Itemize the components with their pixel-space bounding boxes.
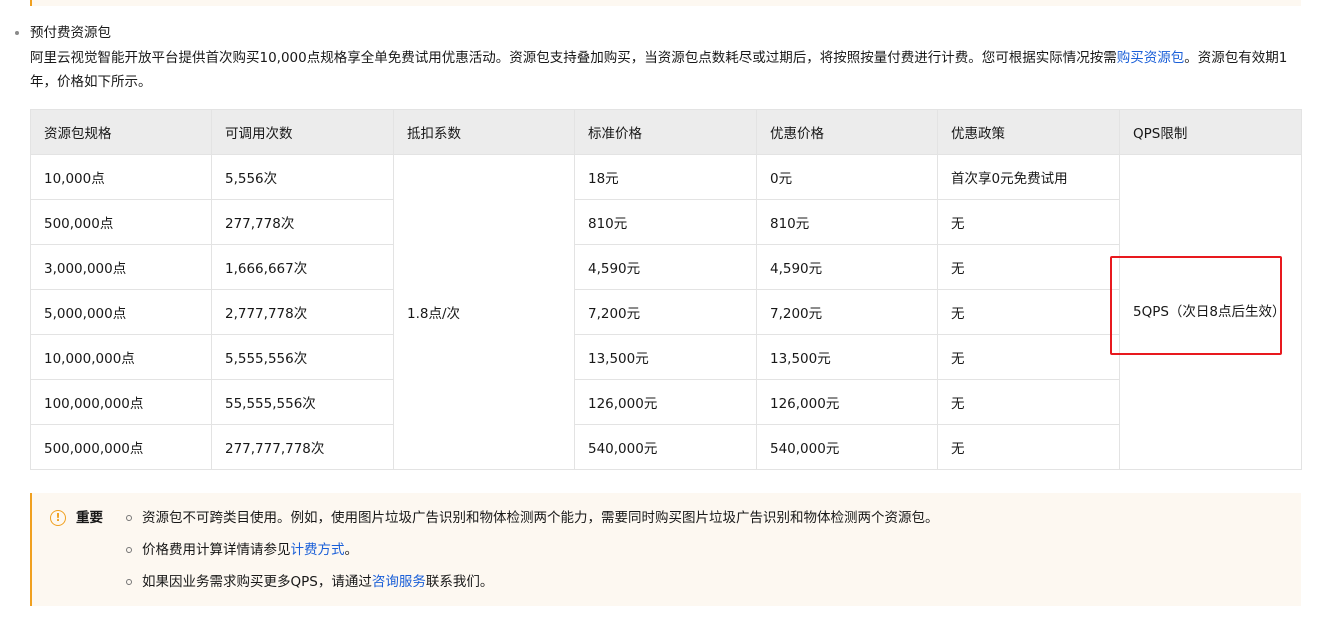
table-row: 3,000,000点 1,666,667次 4,590元 4,590元 无 <box>30 244 1302 290</box>
important-item-text-end: 。 <box>344 542 359 558</box>
header-qps: QPS限制 <box>1119 109 1302 155</box>
cell-policy: 无 <box>937 379 1120 425</box>
prepaid-section: 预付费资源包 阿里云视觉智能开放平台提供首次购买10,000点规格享全单免费试用… <box>0 22 1319 90</box>
table-header-row: 资源包规格 可调用次数 抵扣系数 标准价格 优惠价格 优惠政策 QPS限制 <box>30 109 1302 155</box>
table-row: 500,000,000点 277,777,778次 540,000元 540,0… <box>30 424 1302 470</box>
cell-calls: 1,666,667次 <box>211 244 394 290</box>
important-label: 重要 <box>76 510 103 526</box>
cell-standard-price: 810元 <box>574 199 757 245</box>
table-row: 10,000点 5,556次 1.8点/次 18元 0元 首次享0元免费试用 5… <box>30 154 1302 470</box>
cell-spec: 10,000点 <box>30 154 212 200</box>
list-item: 如果因业务需求购买更多QPS，请通过咨询服务联系我们。 <box>124 572 939 604</box>
cell-standard-price: 126,000元 <box>574 379 757 425</box>
cell-discount-price: 4,590元 <box>756 244 938 290</box>
cell-spec: 500,000点 <box>30 199 212 245</box>
important-item-text: 资源包不可跨类目使用。例如，使用图片垃圾广告识别和物体检测两个能力，需要同时购买… <box>142 510 939 526</box>
cell-calls: 5,555,556次 <box>211 334 394 380</box>
cell-spec: 500,000,000点 <box>30 424 212 470</box>
buy-resource-pack-link[interactable]: 购买资源包 <box>1117 50 1185 66</box>
header-discount-price: 优惠价格 <box>756 109 938 155</box>
cell-qps-limit: 5QPS（次日8点后生效） <box>1119 154 1302 470</box>
warning-circle-icon: ! <box>50 510 66 526</box>
cell-discount-price: 126,000元 <box>756 379 938 425</box>
important-notice: ! 重要 资源包不可跨类目使用。例如，使用图片垃圾广告识别和物体检测两个能力，需… <box>30 493 1301 606</box>
table-row: 500,000点 277,778次 810元 810元 无 <box>30 199 1302 245</box>
cell-spec: 3,000,000点 <box>30 244 212 290</box>
cell-calls: 2,777,778次 <box>211 289 394 335</box>
cell-calls: 277,778次 <box>211 199 394 245</box>
cell-standard-price: 13,500元 <box>574 334 757 380</box>
cell-discount-price: 0元 <box>756 154 938 200</box>
header-deduction: 抵扣系数 <box>393 109 575 155</box>
list-item: 资源包不可跨类目使用。例如，使用图片垃圾广告识别和物体检测两个能力，需要同时购买… <box>124 508 939 540</box>
cell-policy: 无 <box>937 199 1120 245</box>
important-list: 资源包不可跨类目使用。例如，使用图片垃圾广告识别和物体检测两个能力，需要同时购买… <box>124 508 939 604</box>
cell-standard-price: 7,200元 <box>574 289 757 335</box>
header-spec: 资源包规格 <box>30 109 212 155</box>
qps-limit-text: 5QPS（次日8点后生效） <box>1133 304 1286 320</box>
cell-spec: 10,000,000点 <box>30 334 212 380</box>
cell-deduction: 1.8点/次 <box>393 154 575 470</box>
cell-standard-price: 540,000元 <box>574 424 757 470</box>
cell-spec: 100,000,000点 <box>30 379 212 425</box>
table-row: 100,000,000点 55,555,556次 126,000元 126,00… <box>30 379 1302 425</box>
important-item-text-end: 联系我们。 <box>425 574 494 590</box>
cell-standard-price: 4,590元 <box>574 244 757 290</box>
section-bullet: 预付费资源包 <box>0 22 1319 44</box>
previous-notice-box <box>30 0 1301 6</box>
list-item: 价格费用计算详情请参见计费方式。 <box>124 540 939 572</box>
cell-discount-price: 13,500元 <box>756 334 938 380</box>
consulting-service-link[interactable]: 咨询服务 <box>372 574 426 590</box>
important-item-text: 价格费用计算详情请参见 <box>142 542 291 558</box>
intro-text: 阿里云视觉智能开放平台提供首次购买10,000点规格享全单免费试用优惠活动。资源… <box>30 50 1117 66</box>
cell-standard-price: 18元 <box>574 154 757 200</box>
bullet-dot-icon <box>15 31 19 35</box>
cell-policy: 无 <box>937 244 1120 290</box>
billing-method-link[interactable]: 计费方式 <box>291 542 345 558</box>
cell-calls: 5,556次 <box>211 154 394 200</box>
section-title: 预付费资源包 <box>30 25 111 41</box>
pricing-table: 资源包规格 可调用次数 抵扣系数 标准价格 优惠价格 优惠政策 QPS限制 10… <box>30 109 1302 470</box>
header-standard-price: 标准价格 <box>574 109 757 155</box>
cell-policy: 无 <box>937 334 1120 380</box>
cell-discount-price: 810元 <box>756 199 938 245</box>
cell-policy: 无 <box>937 289 1120 335</box>
cell-calls: 55,555,556次 <box>211 379 394 425</box>
cell-spec: 5,000,000点 <box>30 289 212 335</box>
intro-paragraph: 阿里云视觉智能开放平台提供首次购买10,000点规格享全单免费试用优惠活动。资源… <box>30 46 1305 94</box>
header-policy: 优惠政策 <box>937 109 1120 155</box>
cell-discount-price: 7,200元 <box>756 289 938 335</box>
table-row: 5,000,000点 2,777,778次 7,200元 7,200元 无 <box>30 289 1302 335</box>
cell-calls: 277,777,778次 <box>211 424 394 470</box>
header-calls: 可调用次数 <box>211 109 394 155</box>
table-row: 10,000,000点 5,555,556次 13,500元 13,500元 无 <box>30 334 1302 380</box>
cell-discount-price: 540,000元 <box>756 424 938 470</box>
important-item-text: 如果因业务需求购买更多QPS，请通过 <box>142 574 372 590</box>
cell-policy: 无 <box>937 424 1120 470</box>
cell-policy: 首次享0元免费试用 <box>937 154 1120 200</box>
